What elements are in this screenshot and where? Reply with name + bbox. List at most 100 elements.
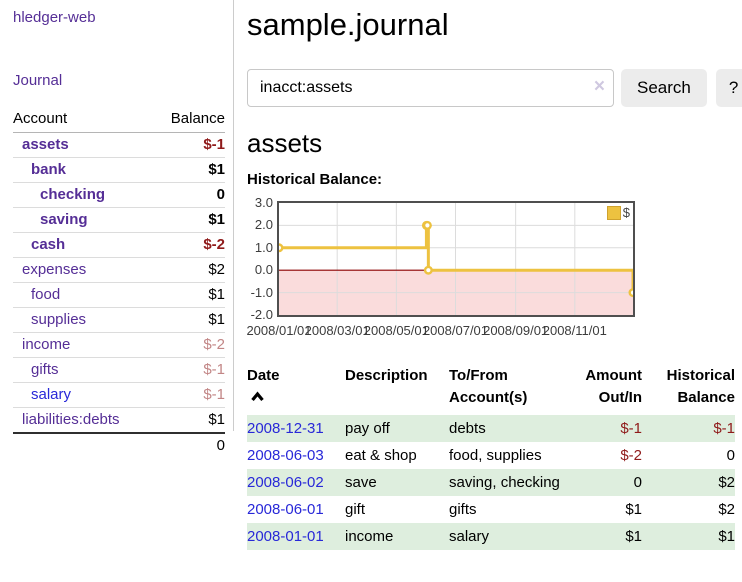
- account-balance: $-1: [154, 358, 226, 383]
- transaction-amount: $1: [567, 523, 642, 550]
- register-header-balance: Historical Balance: [642, 363, 735, 415]
- y-axis-tick-label: 1.0: [247, 240, 273, 256]
- transaction-date-cell: 2008-06-01: [247, 496, 345, 523]
- account-row-expenses: expenses $2: [13, 258, 225, 283]
- account-link[interactable]: gifts: [31, 361, 59, 378]
- sort-ascending-icon: [250, 391, 265, 402]
- account-row-income: income $-2: [13, 333, 225, 358]
- account-balance: $-2: [154, 333, 226, 358]
- transaction-date-cell: 2008-06-02: [247, 469, 345, 496]
- search-input[interactable]: [247, 69, 614, 107]
- account-link[interactable]: food: [31, 286, 60, 303]
- account-link[interactable]: assets: [22, 136, 69, 153]
- search-box: ×: [247, 69, 614, 107]
- account-balance: $1: [154, 308, 226, 333]
- account-link[interactable]: expenses: [22, 261, 86, 278]
- register-header-row: Date Description To/From Account(s) Amou…: [247, 363, 735, 415]
- transaction-accounts: debts: [449, 415, 567, 442]
- transaction-description: income: [345, 523, 449, 550]
- account-link[interactable]: saving: [40, 211, 88, 228]
- account-row-salary: salary $-1: [13, 383, 225, 408]
- transaction-amount: 0: [567, 469, 642, 496]
- legend-swatch-icon: [607, 206, 621, 220]
- transaction-accounts: food, supplies: [449, 442, 567, 469]
- transaction-date-cell: 2008-01-01: [247, 523, 345, 550]
- account-link[interactable]: cash: [31, 236, 65, 253]
- chart-legend: $: [607, 205, 630, 220]
- account-link[interactable]: supplies: [31, 311, 86, 328]
- chart-canvas: [279, 203, 633, 315]
- account-balance: 0: [154, 183, 226, 208]
- transaction-date-link[interactable]: 2008-01-01: [247, 528, 324, 545]
- accounts-table: Account Balance assets $-1 bank $1 checking 0…: [13, 108, 225, 458]
- legend-series-label: $: [623, 205, 630, 220]
- transaction-date-link[interactable]: 2008-06-02: [247, 474, 324, 491]
- transaction-date-link[interactable]: 2008-12-31: [247, 420, 324, 437]
- page-title: sample.journal: [247, 6, 735, 44]
- account-balance: $-1: [154, 133, 226, 158]
- account-link[interactable]: salary: [31, 386, 71, 403]
- accounts-total-spacer: [13, 433, 154, 458]
- account-row-checking: checking 0: [13, 183, 225, 208]
- transaction-balance: 0: [642, 442, 735, 469]
- transaction-amount: $-2: [567, 442, 642, 469]
- account-link[interactable]: bank: [31, 161, 66, 178]
- help-button[interactable]: ?: [716, 69, 742, 107]
- transaction-description: eat & shop: [345, 442, 449, 469]
- transaction-date-link[interactable]: 2008-06-01: [247, 501, 324, 518]
- sidebar: hledger-web Journal Account Balance asse…: [13, 0, 225, 458]
- transaction-row: 2008-12-31pay offdebts$-1$-1: [247, 415, 735, 442]
- historical-balance-chart: $ 3.02.01.00.0-1.0-2.02008/01/012008/03/…: [247, 201, 735, 341]
- register-header-description: Description: [345, 363, 449, 415]
- transaction-date-cell: 2008-12-31: [247, 415, 345, 442]
- transaction-date-link[interactable]: 2008-06-03: [247, 447, 324, 464]
- app-title-link[interactable]: hledger-web: [13, 9, 225, 26]
- sidebar-item-journal[interactable]: Journal: [13, 72, 225, 89]
- account-balance: $1: [154, 208, 226, 233]
- transaction-description: pay off: [345, 415, 449, 442]
- transaction-balance: $1: [642, 523, 735, 550]
- account-balance: $1: [154, 283, 226, 308]
- chart-plot-area: $: [277, 201, 635, 317]
- account-row-supplies: supplies $1: [13, 308, 225, 333]
- main-content: sample.journal × Search ? assets Histori…: [247, 0, 735, 550]
- account-balance: $-1: [154, 383, 226, 408]
- search-form: × Search ?: [247, 69, 735, 107]
- transaction-amount: $-1: [567, 415, 642, 442]
- transaction-accounts: saving, checking: [449, 469, 567, 496]
- account-row-saving: saving $1: [13, 208, 225, 233]
- register-header-date[interactable]: Date: [247, 363, 345, 415]
- chart-title-label: Historical Balance:: [247, 171, 735, 188]
- hledger-web-page: { "app": { "title": "hledger-web" }, "co…: [0, 0, 742, 582]
- transaction-balance: $2: [642, 469, 735, 496]
- y-axis-tick-label: 2.0: [247, 217, 273, 233]
- account-balance: $1: [154, 408, 226, 434]
- transaction-accounts: salary: [449, 523, 567, 550]
- transaction-date-cell: 2008-06-03: [247, 442, 345, 469]
- transaction-amount: $1: [567, 496, 642, 523]
- y-axis-tick-label: -1.0: [247, 285, 273, 301]
- account-title: assets: [247, 128, 735, 158]
- accounts-header-account: Account: [13, 108, 154, 133]
- y-axis-tick-label: 0.0: [247, 262, 273, 278]
- account-balance: $2: [154, 258, 226, 283]
- account-balance: $1: [154, 158, 226, 183]
- transaction-description: gift: [345, 496, 449, 523]
- accounts-total-row: 0: [13, 433, 225, 458]
- transaction-row: 2008-06-01giftgifts$1$2: [247, 496, 735, 523]
- date-header-label: Date: [247, 365, 345, 387]
- account-row-liabilities-debts: liabilities:debts $1: [13, 408, 225, 434]
- transaction-row: 2008-06-02savesaving, checking0$2: [247, 469, 735, 496]
- search-button[interactable]: Search: [621, 69, 707, 107]
- accounts-header-row: Account Balance: [13, 108, 225, 133]
- account-link[interactable]: checking: [40, 186, 105, 203]
- register-table: Date Description To/From Account(s) Amou…: [247, 363, 735, 550]
- register-header-accounts: To/From Account(s): [449, 363, 567, 415]
- account-row-food: food $1: [13, 283, 225, 308]
- x-axis-tick-label: 2008/11/01: [540, 323, 610, 338]
- clear-search-icon[interactable]: ×: [594, 76, 605, 98]
- account-link[interactable]: income: [22, 336, 70, 353]
- account-link[interactable]: liabilities:debts: [22, 411, 120, 428]
- y-axis-tick-label: 3.0: [247, 195, 273, 211]
- transaction-row: 2008-01-01incomesalary$1$1: [247, 523, 735, 550]
